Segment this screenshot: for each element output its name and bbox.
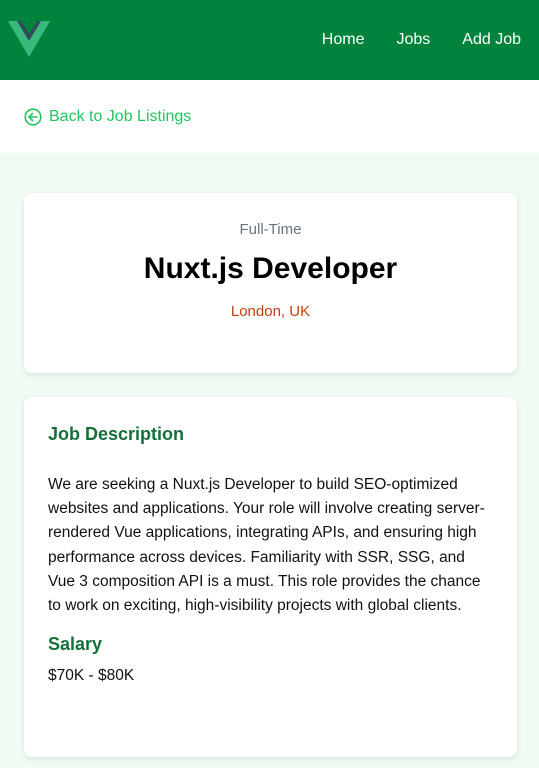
logo-link[interactable] — [8, 21, 50, 59]
nav-link-add-job[interactable]: Add Job — [462, 31, 521, 49]
back-to-listings-link[interactable]: Back to Job Listings — [24, 108, 191, 126]
job-summary-card: Full-Time Nuxt.js Developer London, UK — [24, 193, 517, 373]
navbar: Home Jobs Add Job — [0, 0, 539, 80]
nav-links: Home Jobs Add Job — [290, 31, 521, 49]
job-salary: $70K - $80K — [48, 667, 135, 685]
nav-link-home[interactable]: Home — [322, 31, 365, 49]
job-title: Nuxt.js Developer — [143, 252, 398, 285]
job-details-card: Job Description We are seeking a Nuxt.js… — [24, 397, 517, 757]
job-description: We are seeking a Nuxt.js Developer to bu… — [48, 476, 485, 615]
vue-logo-icon — [8, 21, 50, 57]
salary-heading: Salary — [48, 634, 103, 655]
job-type: Full-Time — [239, 221, 302, 238]
back-bar: Back to Job Listings — [0, 80, 539, 153]
job-location: London, UK — [230, 303, 311, 320]
back-link-label: Back to Job Listings — [49, 107, 192, 125]
nav-link-jobs[interactable]: Jobs — [396, 31, 430, 49]
job-detail-content: Full-Time Nuxt.js Developer London, UK J… — [0, 153, 539, 757]
arrow-circle-left-icon — [24, 107, 42, 126]
description-heading: Job Description — [48, 424, 185, 444]
